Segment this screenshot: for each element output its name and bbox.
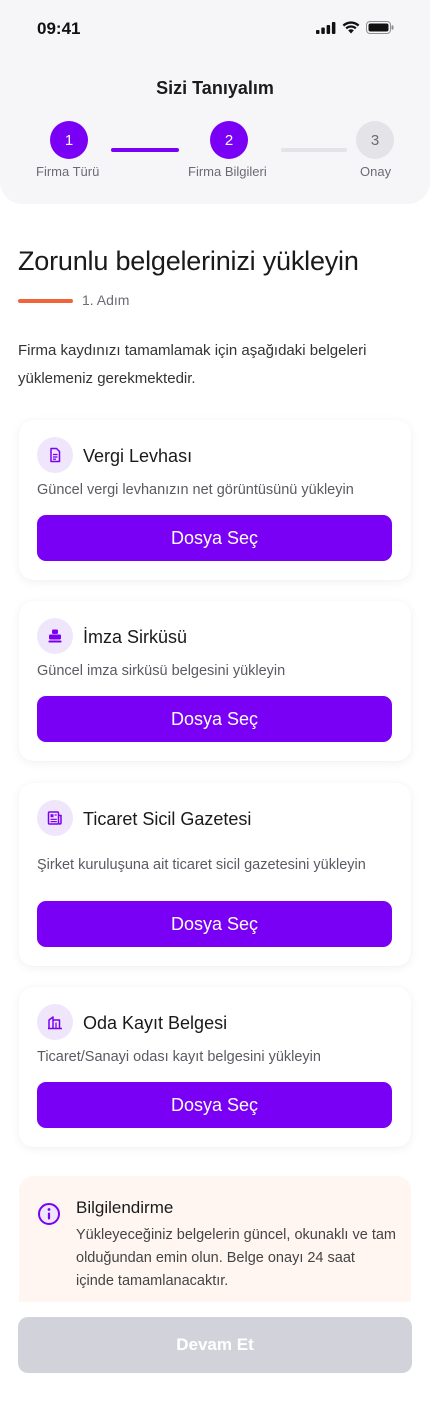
step-indicator: 1. Adım <box>82 292 130 308</box>
step-1-number: 1 <box>64 131 74 149</box>
info-icon <box>38 1203 60 1225</box>
document-card-ticaret-sicil-gazetesi: Ticaret Sicil Gazetesi Şirket kuruluşuna… <box>19 783 411 966</box>
newspaper-icon <box>37 800 73 836</box>
document-title: Ticaret Sicil Gazetesi <box>83 809 252 829</box>
document-description: Şirket kuruluşuna ait ticaret sicil gaze… <box>37 857 366 873</box>
step-3-label: Onay <box>360 164 392 179</box>
step-1-circle: 1 <box>50 121 88 159</box>
info-title: Bilgilendirme <box>76 1198 174 1217</box>
status-bar: 09:41 <box>0 0 430 60</box>
stepper-connector-1 <box>111 148 179 152</box>
document-description: Ticaret/Sanayi odası kayıt belgesini yük… <box>37 1049 321 1065</box>
document-card-vergi-levhasi: Vergi Levhası Güncel vergi levhanızın ne… <box>19 420 411 580</box>
document-title: İmza Sirküsü <box>83 627 188 647</box>
building-icon <box>37 1004 73 1040</box>
intro-description: Firma kaydınızı tamamlamak için aşağıdak… <box>18 342 367 387</box>
step-accent-line <box>18 299 73 303</box>
document-card-oda-kayit-belgesi: Oda Kayıt Belgesi Ticaret/Sanayi odası k… <box>19 987 411 1147</box>
step-2-number: 2 <box>224 131 234 149</box>
stepper-connector-2 <box>281 148 347 152</box>
select-file-button-oda-kayit-belgesi[interactable]: Dosya Seç <box>37 1082 392 1128</box>
stamp-icon <box>37 618 73 654</box>
step-3-circle: 3 <box>356 121 394 159</box>
document-title: Oda Kayıt Belgesi <box>83 1013 228 1033</box>
document-card-imza-sirkusu: İmza Sirküsü Güncel imza sirküsü belgesi… <box>19 601 411 761</box>
step-2-circle: 2 <box>210 121 248 159</box>
cellular-signal-icon <box>316 21 336 34</box>
status-time: 09:41 <box>37 19 81 38</box>
battery-icon <box>366 21 394 34</box>
continue-button[interactable]: Devam Et <box>18 1317 412 1373</box>
header: 09:41 Sizi Tanıyalım 1 2 3 Firma Türü Fi… <box>0 0 430 204</box>
info-box: Bilgilendirme Yükleyeceğiniz belgelerin … <box>19 1176 411 1302</box>
document-title: Vergi Levhası <box>83 446 193 466</box>
step-2-label: Firma Bilgileri <box>188 164 267 179</box>
select-file-button-ticaret-sicil-gazetesi[interactable]: Dosya Seç <box>37 901 392 947</box>
step-1-label: Firma Türü <box>36 164 100 179</box>
wifi-icon <box>342 21 360 34</box>
step-3-number: 3 <box>370 131 380 149</box>
page-title: Sizi Tanıyalım <box>156 78 274 98</box>
status-icons <box>316 21 394 34</box>
select-file-button-vergi-levhasi[interactable]: Dosya Seç <box>37 515 392 561</box>
document-description: Güncel vergi levhanızın net görüntüsünü … <box>37 482 354 498</box>
main-heading: Zorunlu belgelerinizi yükleyin <box>18 246 359 276</box>
info-text: Yükleyeceğiniz belgelerin güncel, okunak… <box>76 1227 396 1289</box>
select-file-button-imza-sirkusu[interactable]: Dosya Seç <box>37 696 392 742</box>
document-icon <box>37 437 73 473</box>
document-description: Güncel imza sirküsü belgesini yükleyin <box>37 663 286 679</box>
